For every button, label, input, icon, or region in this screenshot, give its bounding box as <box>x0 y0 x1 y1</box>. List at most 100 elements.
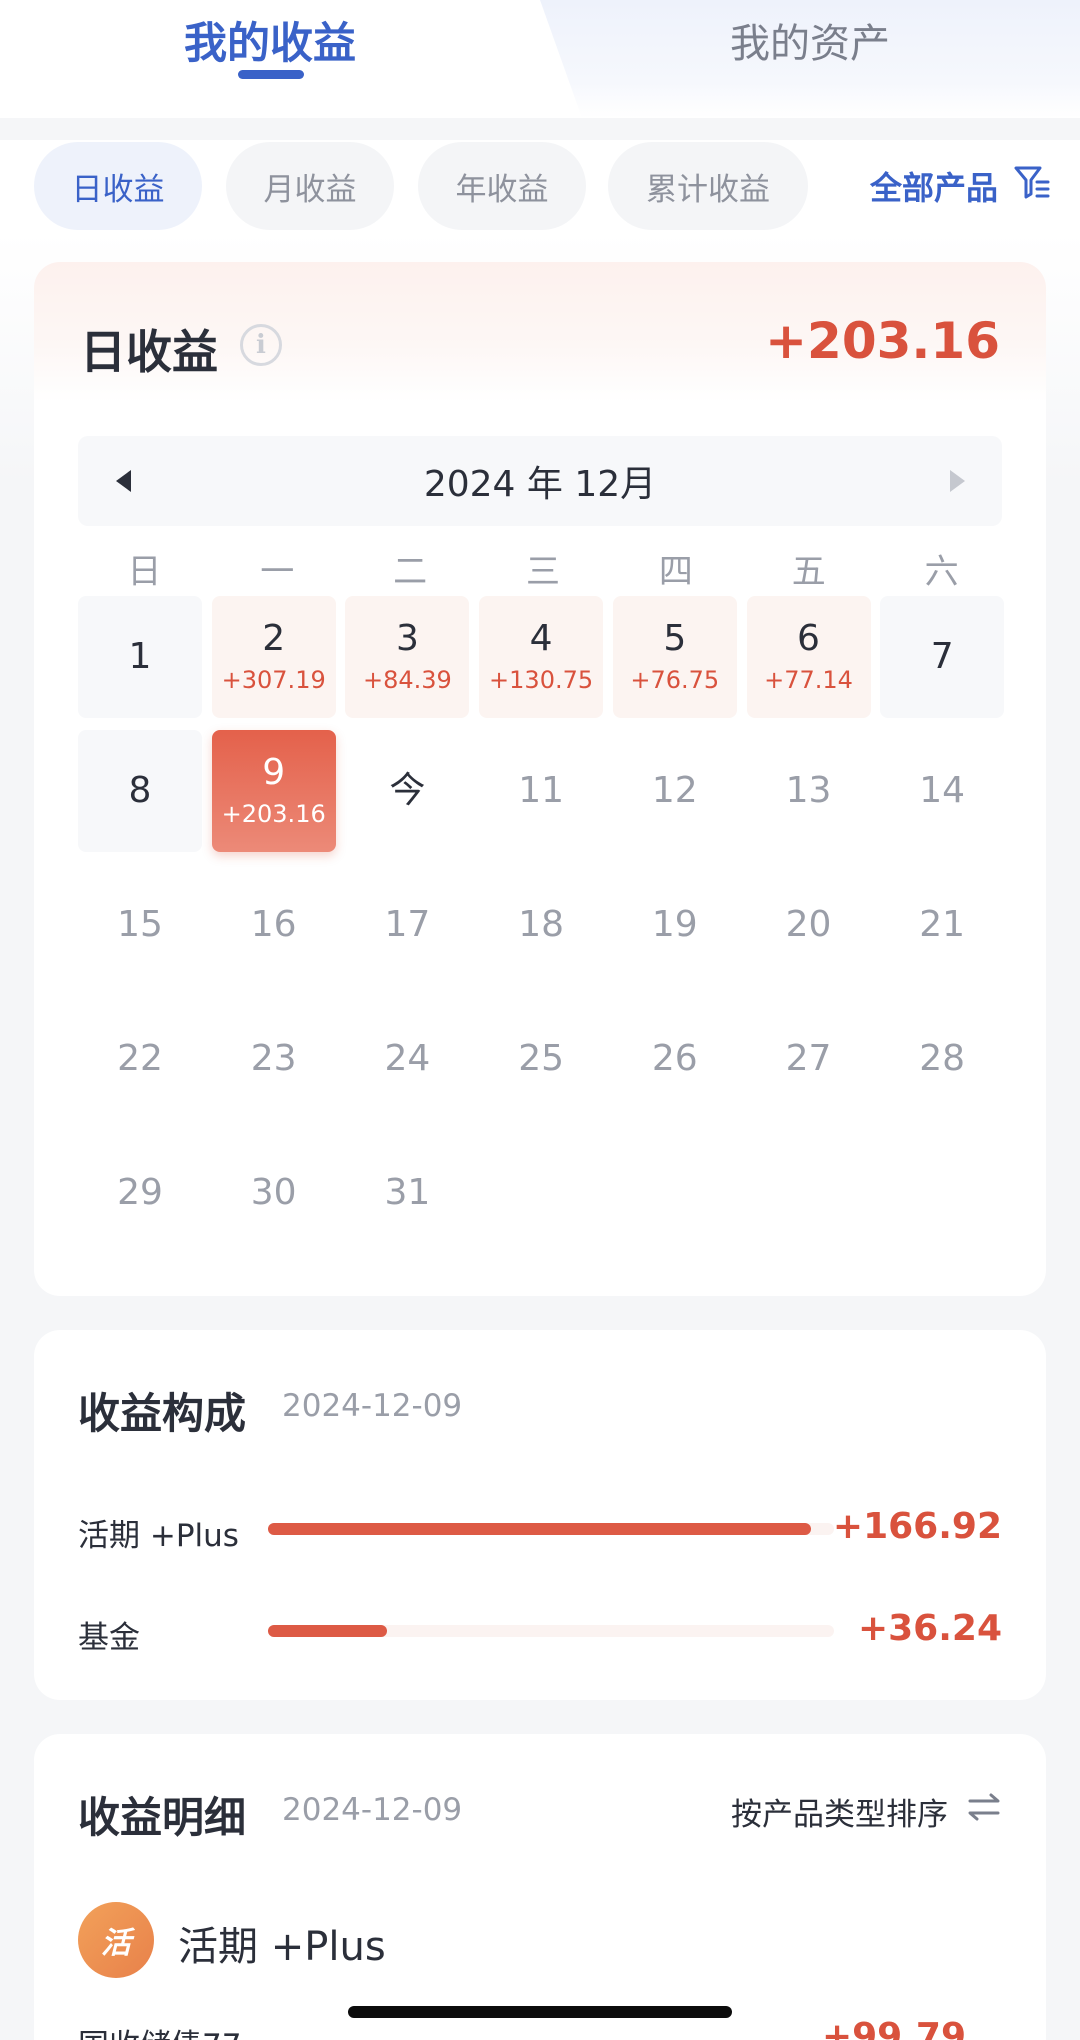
calendar-day-cell[interactable]: 28 <box>880 998 1004 1120</box>
period-chip-cumulative[interactable]: 累计收益 <box>608 142 808 230</box>
period-chip-daily[interactable]: 日收益 <box>34 142 202 230</box>
composition-label: 活期 +Plus <box>78 1518 239 1554</box>
sub-product-label[interactable]: 国收储债77 <box>78 2020 241 2040</box>
calendar-day-cell[interactable]: 今 <box>345 730 469 852</box>
calendar-day-cell[interactable]: 11 <box>479 730 603 852</box>
calendar-day-number: 28 <box>919 1038 966 1079</box>
tab-my-assets[interactable]: 我的资产 <box>640 0 980 80</box>
weekday-label: 六 <box>924 551 959 592</box>
prev-month-button[interactable] <box>78 436 168 526</box>
calendar-day-cell[interactable]: 9 +203.16 <box>211 730 336 852</box>
tab-my-income[interactable]: 我的收益 <box>120 0 420 80</box>
composition-row[interactable]: 活期 +Plus +166.92 <box>78 1500 1002 1560</box>
calendar-day-cell[interactable]: 24 <box>345 998 469 1120</box>
calendar-day-number: 27 <box>785 1038 832 1079</box>
calendar-day-number: 22 <box>117 1038 163 1079</box>
month-label: 2024 年 12月 <box>423 464 657 505</box>
calendar-day-number: 11 <box>518 770 564 811</box>
calendar-day-number: 20 <box>785 904 832 945</box>
calendar-day-number: 29 <box>117 1172 163 1213</box>
calendar-day-number: 12 <box>651 770 698 811</box>
calendar-day-cell[interactable]: 30 <box>212 1132 336 1254</box>
caret-left-icon <box>115 470 131 492</box>
calendar-day-cell[interactable]: 29 <box>78 1132 202 1254</box>
top-tab-bar: 我的收益 我的资产 <box>0 0 1080 118</box>
calendar-day-number: 6 <box>797 618 820 659</box>
weekday-label: 一 <box>260 551 295 592</box>
composition-row[interactable]: 基金 +36.24 <box>78 1602 1002 1662</box>
calendar-day-number: 23 <box>250 1038 297 1079</box>
calendar-day-amount: +76.75 <box>630 666 720 694</box>
calendar-day-cell[interactable]: 27 <box>747 998 871 1120</box>
calendar-day-number: 15 <box>117 904 163 945</box>
sub-product-value: +99.79 <box>821 2016 966 2040</box>
product-name[interactable]: 活期 +Plus <box>178 1914 386 1972</box>
period-chip-yearly[interactable]: 年收益 <box>418 142 586 230</box>
month-navigator: 2024 年 12月 <box>78 436 1002 526</box>
calendar-day-cell[interactable]: 18 <box>479 864 603 986</box>
calendar-day-cell[interactable]: 15 <box>78 864 202 986</box>
info-icon[interactable]: i <box>240 324 282 366</box>
composition-bar-track <box>268 1625 834 1637</box>
daily-income-title: 日收益 <box>80 325 218 379</box>
calendar-day-amount: +84.39 <box>362 666 452 694</box>
calendar-day-amount: +307.19 <box>221 666 326 694</box>
composition-date: 2024-12-09 <box>282 1388 463 1424</box>
income-detail-card: 收益明细 2024-12-09 按产品类型排序 活 活期 +Plus 国收储债7… <box>34 1734 1046 2040</box>
weekday-label: 四 <box>658 551 693 592</box>
calendar-day-number: 18 <box>518 904 564 945</box>
calendar-day-cell[interactable]: 16 <box>212 864 336 986</box>
calendar-day-number: 今 <box>389 770 426 811</box>
calendar-day-cell[interactable]: 26 <box>613 998 737 1120</box>
calendar-day-cell[interactable]: 6 +77.14 <box>746 596 871 718</box>
calendar-day-cell[interactable]: 4 +130.75 <box>479 596 604 718</box>
calendar-day-number: 1 <box>128 636 152 677</box>
active-tab-indicator <box>238 70 304 79</box>
calendar-day-cell[interactable]: 25 <box>479 998 603 1120</box>
calendar-day-cell[interactable]: 12 <box>613 730 737 852</box>
composition-value: +166.92 <box>832 1506 1002 1547</box>
calendar-day-number: 26 <box>651 1038 698 1079</box>
calendar-day-cell[interactable]: 14 <box>880 730 1004 852</box>
next-month-button[interactable] <box>912 436 1002 526</box>
calendar-day-amount: +203.16 <box>221 800 326 828</box>
filter-icon <box>1012 162 1052 210</box>
composition-value: +36.24 <box>857 1608 1002 1649</box>
calendar-day-number: 3 <box>395 618 419 659</box>
calendar-day-number: 7 <box>930 636 954 677</box>
calendar-day-number: 31 <box>384 1172 431 1213</box>
calendar-day-cell[interactable]: 20 <box>747 864 871 986</box>
calendar-day-cell[interactable]: 19 <box>613 864 737 986</box>
calendar-day-cell[interactable]: 21 <box>880 864 1004 986</box>
calendar-day-number: 14 <box>919 770 966 811</box>
calendar-day-cell[interactable]: 5 +76.75 <box>612 596 737 718</box>
calendar-day-cell[interactable]: 13 <box>747 730 871 852</box>
sort-button[interactable]: 按产品类型排序 <box>731 1788 1002 1834</box>
composition-bar-track <box>268 1523 834 1535</box>
calendar-day-cell[interactable]: 31 <box>345 1132 469 1254</box>
daily-income-card: 日收益 i +203.16 2024 年 12月 日 一 二 三 四 五 六 1… <box>34 262 1046 1296</box>
daily-income-total: +203.16 <box>765 312 1000 370</box>
caret-right-icon <box>949 470 965 492</box>
calendar-day-number: 30 <box>250 1172 297 1213</box>
sort-label: 按产品类型排序 <box>731 1796 948 1833</box>
calendar-day-cell[interactable]: 22 <box>78 998 202 1120</box>
calendar-day-number: 5 <box>663 618 687 659</box>
calendar-day-cell[interactable]: 1 <box>78 596 202 718</box>
calendar-day-number: 9 <box>262 752 286 793</box>
calendar-day-cell[interactable]: 8 <box>78 730 202 852</box>
home-indicator <box>348 2006 732 2018</box>
composition-bar-fill <box>268 1625 387 1637</box>
calendar-day-cell[interactable]: 7 <box>880 596 1005 718</box>
all-products-filter[interactable]: 全部产品 <box>870 142 1052 230</box>
calendar-day-number: 19 <box>651 904 698 945</box>
weekday-label: 日 <box>127 551 162 592</box>
calendar-day-cell[interactable]: 3 +84.39 <box>345 596 470 718</box>
weekday-label: 五 <box>791 551 826 592</box>
calendar-day-cell[interactable]: 2 +307.19 <box>211 596 336 718</box>
period-chip-monthly[interactable]: 月收益 <box>226 142 394 230</box>
calendar-day-cell[interactable]: 17 <box>345 864 469 986</box>
calendar-day-cell[interactable]: 23 <box>212 998 336 1120</box>
all-products-label: 全部产品 <box>869 169 998 207</box>
calendar-day-number: 13 <box>785 770 832 811</box>
